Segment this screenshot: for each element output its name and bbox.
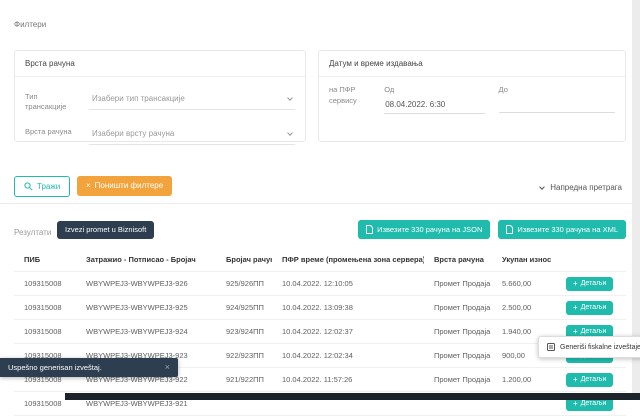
date-from-input[interactable]: 08.04.2022. 6:30 [384, 100, 484, 114]
export-buttons: Извезите 330 рачуна на JSON Извезите 330… [358, 220, 626, 239]
invoice-type-select[interactable]: Изабери врсту рачуна [89, 124, 295, 145]
header-pfr-time: ПФР време (промењена зона сервера) [272, 248, 424, 271]
cell-invoice-type: Промет Продаја [424, 320, 492, 343]
cell-requested-signed-counter: WBYWPEJ3-WBYWPEJ3-926 [76, 272, 216, 295]
cell-invoice-counter: 921/922ПП [216, 368, 272, 391]
export-xml-label: Извезите 330 рачуна на XML [517, 226, 618, 234]
context-menu-generate-fiscal-reports[interactable]: Generiši fiskalne izveštaje [538, 336, 640, 358]
table-row: 109315008 WBYWPEJ3-WBYWPEJ3-926 925/926П… [14, 272, 626, 296]
file-icon [366, 225, 373, 234]
invoice-type-filter-card: Врста рачуна Тип трансакције Изабери тип… [14, 50, 306, 142]
cell-pib: 109315008 [14, 296, 76, 319]
header-requested-signed-counter: Затражио - Потписао - Бројач [76, 248, 216, 271]
date-from-label: Од [384, 85, 484, 94]
cell-invoice-counter: 922/923ПП [216, 344, 272, 367]
biznisoft-export-button[interactable]: Izvezi promet u Biznisoft [57, 221, 154, 239]
toast-close-icon[interactable]: × [165, 363, 170, 372]
cell-pib: 109315008 [14, 272, 76, 295]
file-icon [506, 225, 513, 234]
search-icon [24, 182, 33, 191]
table-row: 109315008 WBYWPEJ3-WBYWPEJ3-924 923/924П… [14, 320, 626, 344]
export-xml-button[interactable]: Извезите 330 рачуна на XML [498, 220, 626, 239]
header-pib: ПИБ [14, 248, 76, 271]
export-json-label: Извезите 330 рачуна на JSON [377, 226, 482, 234]
details-button-label: Детаљи [581, 376, 607, 383]
context-menu-label: Generiši fiskalne izveštaje [560, 344, 640, 351]
filters-section-title: Филтери [14, 20, 46, 29]
cell-invoice-type: Промет Продаја [424, 344, 492, 367]
invoice-type-card-title: Врста рачуна [15, 51, 305, 77]
results-section-title: Резултати [14, 228, 51, 237]
date-filter-card: Датум и време издавања на ПФР сервису Од… [318, 50, 626, 142]
report-icon [547, 343, 555, 351]
transaction-type-select[interactable]: Изабери тип трансакције [89, 89, 295, 110]
cell-invoice-type: Промет Продаја [424, 296, 492, 319]
plus-icon: + [573, 376, 578, 384]
cell-total-amount: 5.660,00 [492, 272, 562, 295]
chevron-down-icon [539, 184, 545, 190]
cell-invoice-counter: 924/925ПП [216, 296, 272, 319]
advanced-search-toggle[interactable]: Напредна претрага [540, 183, 622, 192]
details-button-label: Детаљи [581, 328, 607, 335]
transaction-type-label: Тип трансакције [25, 89, 81, 112]
plus-icon: + [573, 400, 578, 408]
cell-total-amount: 1.200,00 [492, 368, 562, 391]
transaction-type-placeholder: Изабери тип трансакције [92, 94, 185, 103]
cell-requested-signed-counter: WBYWPEJ3-WBYWPEJ3-924 [76, 320, 216, 343]
pfr-service-label: на ПФР сервису [329, 85, 370, 114]
close-icon: × [86, 182, 91, 190]
cell-invoice-type: Промет Продаја [424, 368, 492, 391]
cell-invoice-type: Промет Продаја [424, 272, 492, 295]
details-button-label: Детаљи [581, 304, 607, 311]
advanced-search-label: Напредна претрага [550, 183, 622, 192]
section-divider [0, 203, 640, 204]
cell-invoice-counter: 925/926ПП [216, 272, 272, 295]
cell-invoice-counter: 923/924ПП [216, 320, 272, 343]
search-button-label: Тражи [37, 183, 60, 191]
header-actions [562, 253, 626, 267]
cell-pfr-time: 10.04.2022. 12:02:37 [272, 320, 424, 343]
reset-filters-button[interactable]: × Поништи филтере [77, 176, 172, 196]
toast-message: Uspešno generisan izveštaj. [8, 363, 102, 372]
table-header-row: ПИБ Затражио - Потписао - Бројач Бројач … [14, 248, 626, 272]
biznisoft-button-label: Izvezi promet u Biznisoft [65, 226, 146, 234]
plus-icon: + [573, 328, 578, 336]
details-button[interactable]: + Детаљи [566, 373, 613, 387]
search-button[interactable]: Тражи [14, 176, 70, 197]
date-to-input[interactable] [499, 100, 615, 113]
plus-icon: + [573, 280, 578, 288]
results-table: ПИБ Затражио - Потписао - Бројач Бројач … [14, 248, 626, 416]
details-button[interactable]: + Детаљи [566, 301, 613, 315]
date-to-label: До [499, 85, 615, 94]
cell-pib: 109315008 [14, 320, 76, 343]
plus-icon: + [573, 304, 578, 312]
toast-notification: Uspešno generisan izveštaj. × [0, 358, 178, 377]
details-button-label: Детаљи [581, 280, 607, 287]
cell-pfr-time: 10.04.2022. 12:10:05 [272, 272, 424, 295]
table-row: 109315008 WBYWPEJ3-WBYWPEJ3-925 924/925П… [14, 296, 626, 320]
cell-pfr-time: 10.04.2022. 11:57:26 [272, 368, 424, 391]
cell-requested-signed-counter: WBYWPEJ3-WBYWPEJ3-925 [76, 296, 216, 319]
invoice-type-placeholder: Изабери врсту рачуна [92, 129, 174, 138]
header-invoice-type: Врста рачуна [424, 248, 492, 271]
details-button[interactable]: + Детаљи [566, 277, 613, 291]
cell-pfr-time: 10.04.2022. 13:09:38 [272, 296, 424, 319]
header-total-amount: Укупан износ [492, 248, 562, 271]
chevron-down-icon [287, 95, 293, 101]
header-invoice-counter: Бројач рачуна [216, 248, 272, 271]
cell-total-amount: 2.500,00 [492, 296, 562, 319]
date-card-title: Датум и време издавања [319, 51, 625, 77]
invoice-type-label: Врста рачуна [25, 124, 81, 137]
cell-pfr-time: 10.04.2022. 12:02:34 [272, 344, 424, 367]
details-button-label: Детаљи [581, 400, 607, 407]
chevron-down-icon [287, 130, 293, 136]
export-json-button[interactable]: Извезите 330 рачуна на JSON [358, 220, 490, 239]
bottom-bar [65, 393, 640, 400]
reset-button-label: Поништи филтере [95, 182, 164, 190]
